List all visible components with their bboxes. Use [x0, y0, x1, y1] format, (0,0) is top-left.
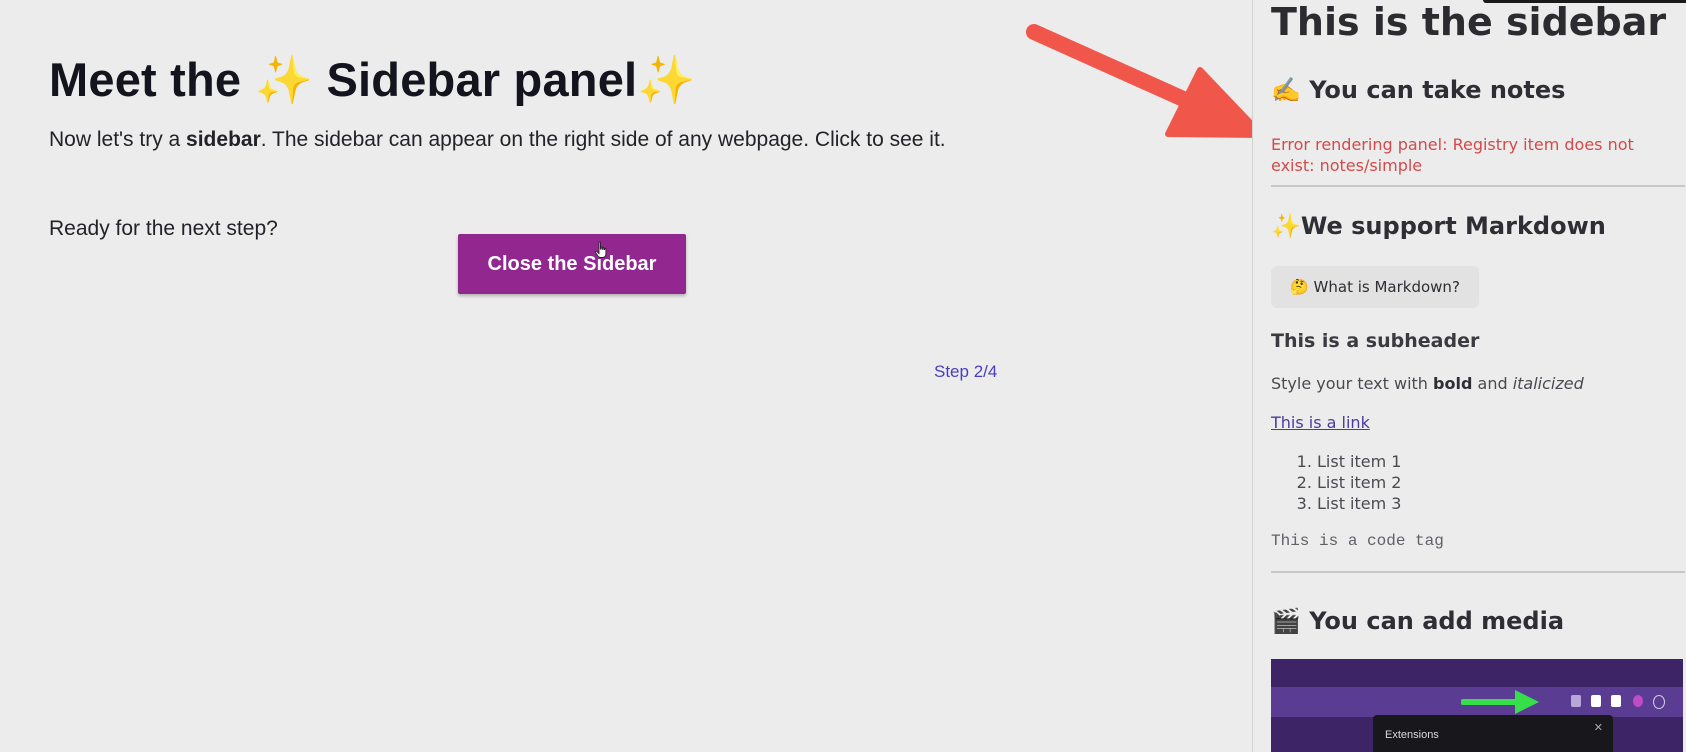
hand-pointer-icon [594, 241, 607, 258]
clapper-board-icon: 🎬 [1271, 607, 1301, 635]
divider [1271, 571, 1685, 573]
menu-icon [1653, 695, 1665, 709]
page-title: Meet the ✨ Sidebar panel✨ [49, 52, 696, 108]
list-item: List item 2 [1317, 472, 1401, 493]
sidebar-title: This is the sidebar [1271, 0, 1667, 44]
close-sidebar-button[interactable]: Close the Sidebar [458, 234, 686, 294]
style-text-bold: bold [1433, 374, 1473, 393]
sparkle-icon: ✨ [637, 53, 697, 106]
page: Meet the ✨ Sidebar panel✨ Now let's try … [0, 0, 1686, 752]
title-text-start: Meet the [49, 53, 255, 106]
markdown-heading: ✨We support Markdown [1271, 212, 1606, 240]
profile-icon [1633, 695, 1643, 707]
list-item: List item 1 [1317, 451, 1401, 472]
intro-text-bold: sidebar [186, 128, 261, 151]
media-image: Extensions ✕ [1271, 659, 1683, 752]
media-heading-text: You can add media [1309, 607, 1565, 635]
intro-text-end: . The sidebar can appear on the right si… [260, 128, 946, 151]
extension-icon [1571, 695, 1581, 707]
pin-icon [1591, 695, 1601, 707]
list-item: List item 3 [1317, 493, 1401, 514]
intro-text: Now let's try a sidebar. The sidebar can… [49, 128, 946, 152]
divider [1271, 185, 1685, 187]
code-tag: This is a code tag [1271, 532, 1444, 550]
extensions-popup-label: Extensions [1385, 729, 1439, 741]
writing-hand-icon: ✍️ [1271, 76, 1301, 104]
sidebar-panel: This is the sidebar ✍️ You can take note… [1252, 0, 1686, 752]
style-text-start: Style your text with [1271, 374, 1434, 393]
media-heading: 🎬 You can add media [1271, 607, 1564, 635]
close-icon: ✕ [1593, 722, 1603, 734]
what-is-markdown-button[interactable]: 🤔 What is Markdown? [1271, 266, 1479, 308]
subheader: This is a subheader [1271, 330, 1480, 352]
extensions-popup: Extensions ✕ [1373, 715, 1613, 752]
ready-prompt: Ready for the next step? [49, 217, 278, 240]
sidebar-toggle-icon [1611, 695, 1621, 707]
sample-link[interactable]: This is a link [1271, 413, 1370, 432]
notes-heading: ✍️ You can take notes [1271, 76, 1565, 104]
markdown-heading-text: We support Markdown [1300, 212, 1606, 240]
intro-text-start: Now let's try a [49, 128, 187, 151]
title-text-middle: Sidebar panel [313, 53, 638, 106]
sparkle-icon: ✨ [254, 53, 314, 106]
what-is-markdown-label: What is Markdown? [1313, 278, 1460, 296]
notes-heading-text: You can take notes [1309, 76, 1566, 104]
green-arrow-icon [1461, 690, 1539, 714]
style-text-and: and [1472, 374, 1513, 393]
error-message: Error rendering panel: Registry item doe… [1271, 135, 1634, 175]
thinking-face-icon: 🤔 [1290, 278, 1309, 296]
step-indicator[interactable]: Step 2/4 [934, 362, 997, 382]
red-arrow-icon [1026, 24, 1265, 138]
style-text-italic: italicized [1512, 374, 1584, 393]
style-text: Style your text with bold and italicized [1271, 374, 1584, 393]
ordered-list: List item 1 List item 2 List item 3 [1271, 451, 1401, 514]
sparkle-icon: ✨ [1271, 212, 1301, 240]
